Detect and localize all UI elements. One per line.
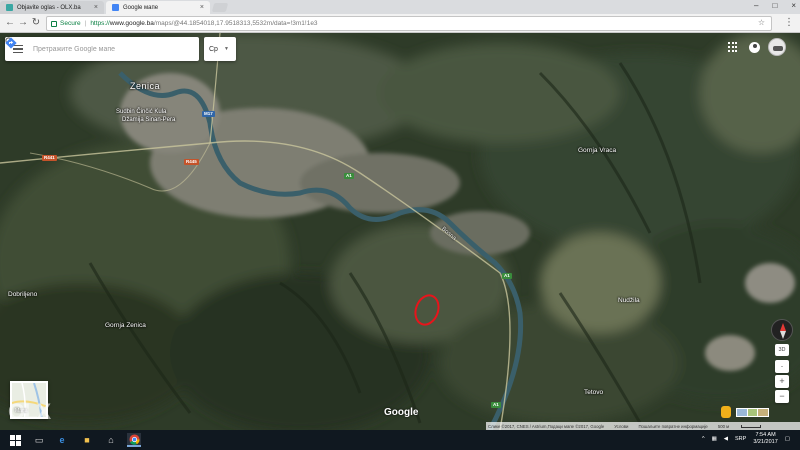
road-shield-r445: R445 bbox=[184, 159, 199, 165]
place-gornja-zenica[interactable]: Gornja Zenica bbox=[105, 322, 146, 329]
road-shield-a1-south: A1 bbox=[502, 273, 512, 279]
address-bar[interactable]: Secure | https:// www.google.ba /maps/@4… bbox=[46, 16, 772, 31]
attribution-imagery: Слике ©2017, CNES / Astrium,Подаци мапе … bbox=[488, 423, 605, 429]
place-zenica-sub2[interactable]: Džamija Sinan-Pera bbox=[122, 117, 175, 123]
url-path: /maps/@44.1854018,17.9518313,5532m/data=… bbox=[153, 20, 318, 27]
olx-favicon-icon bbox=[6, 4, 13, 11]
imagery-switcher[interactable] bbox=[736, 408, 769, 417]
file-explorer-icon[interactable]: ■ bbox=[80, 433, 94, 447]
scale-label[interactable]: 500 м bbox=[718, 424, 729, 429]
lock-icon bbox=[51, 20, 57, 27]
google-maps-favicon-icon bbox=[112, 4, 119, 11]
caret-down-icon: ▼ bbox=[223, 46, 229, 52]
browser-toolbar: ← → ↻ Secure | https:// www.google.ba /m… bbox=[0, 14, 800, 33]
map-attribution: Слике ©2017, CNES / Astrium,Подаци мапе … bbox=[486, 422, 800, 430]
search-input[interactable] bbox=[33, 45, 151, 53]
windows-start-icon[interactable] bbox=[8, 433, 22, 447]
clock[interactable]: 7:54 AM 3/21/2017 bbox=[753, 432, 777, 446]
terms-link[interactable]: Услови bbox=[614, 424, 628, 429]
zoom-out-button[interactable]: − bbox=[775, 390, 789, 403]
road-shield-m17: M17 bbox=[202, 111, 215, 117]
toggle-3d-button[interactable]: 3D bbox=[775, 344, 789, 356]
rotate-button[interactable]: · bbox=[775, 360, 789, 373]
tab-olx[interactable]: Objavite oglas - OLX.ba × bbox=[0, 1, 104, 14]
volume-icon[interactable]: ◀ bbox=[724, 436, 728, 442]
tab-olx-title: Objavite oglas - OLX.ba bbox=[17, 4, 81, 11]
system-tray: ^ ▦ ◀ SRP 7:54 AM 3/21/2017 ▢ bbox=[702, 432, 790, 446]
close-icon[interactable]: × bbox=[94, 4, 98, 11]
keyboard-language[interactable]: SRP bbox=[735, 436, 746, 442]
maps-search-box bbox=[5, 37, 199, 61]
place-nodzic[interactable]: Nudžila bbox=[618, 297, 640, 304]
store-icon[interactable]: ⌂ bbox=[104, 433, 118, 447]
road-shield-a1-bottom: A1 bbox=[491, 402, 501, 408]
new-tab-button[interactable] bbox=[211, 3, 229, 12]
language-value: Ср bbox=[209, 45, 218, 53]
reload-icon[interactable]: ↻ bbox=[30, 17, 42, 29]
avatar[interactable] bbox=[768, 38, 786, 56]
google-logo: Google bbox=[384, 407, 419, 418]
windows-taskbar: ▭ e ■ ⌂ ^ ▦ ◀ SRP 7:54 AM 3/21/2017 ▢ bbox=[0, 430, 800, 450]
language-selector[interactable]: Ср ▼ bbox=[204, 37, 236, 61]
compass-icon[interactable] bbox=[771, 319, 793, 341]
url-host: www.google.ba bbox=[109, 20, 154, 27]
maximize-icon[interactable]: □ bbox=[772, 1, 777, 10]
feedback-link[interactable]: Пошаљите повратне информације bbox=[638, 424, 707, 429]
olx-watermark: OLX bbox=[8, 399, 51, 424]
close-icon[interactable]: × bbox=[200, 4, 204, 11]
task-view-icon[interactable]: ▭ bbox=[32, 433, 46, 447]
minimize-icon[interactable]: – bbox=[754, 1, 758, 10]
road-shield-a1: A1 bbox=[344, 173, 354, 179]
tab-google-maps[interactable]: Google мапе × bbox=[106, 1, 210, 14]
place-zenica-sub[interactable]: Sudbin Činčić Kula bbox=[116, 109, 166, 115]
edge-icon[interactable]: e bbox=[55, 433, 69, 447]
tray-up-icon[interactable]: ^ bbox=[702, 436, 705, 442]
clock-date: 3/21/2017 bbox=[753, 439, 778, 445]
tab-maps-title: Google мапе bbox=[123, 4, 159, 11]
road-shield-r441: R441 bbox=[42, 155, 57, 161]
scale-bar bbox=[741, 424, 762, 428]
place-dobrilovo[interactable]: Dobriljeno bbox=[8, 291, 37, 298]
apps-grid-icon[interactable] bbox=[728, 42, 738, 52]
browser-tabstrip: Objavite oglas - OLX.ba × Google мапе × … bbox=[0, 0, 800, 14]
satellite-map[interactable]: Ср ▼ Zenica Sudbin Činčić Kula Džamija S… bbox=[0, 33, 800, 430]
back-arrow-icon[interactable]: ← bbox=[4, 17, 16, 29]
url-protocol: https:// bbox=[90, 20, 110, 27]
browser-menu-icon[interactable]: ⋮ bbox=[784, 17, 794, 29]
notifications-center-icon[interactable]: ▢ bbox=[785, 436, 790, 442]
satellite-imagery bbox=[0, 33, 800, 430]
close-window-icon[interactable]: × bbox=[791, 1, 796, 10]
zoom-in-button[interactable]: + bbox=[775, 375, 789, 388]
secure-label: Secure bbox=[60, 20, 81, 27]
notifications-icon[interactable] bbox=[749, 42, 760, 53]
place-tetovo[interactable]: Tetovo bbox=[584, 389, 603, 396]
chrome-icon[interactable] bbox=[127, 433, 141, 447]
network-icon[interactable]: ▦ bbox=[712, 436, 717, 442]
bookmark-star-icon[interactable]: ☆ bbox=[758, 18, 765, 27]
address-separator: | bbox=[84, 20, 87, 27]
street-view-pegman-icon[interactable] bbox=[721, 406, 731, 418]
place-zenica[interactable]: Zenica bbox=[130, 81, 160, 91]
window-controls: – □ × bbox=[754, 1, 796, 10]
clock-time: 7:54 AM bbox=[755, 432, 776, 438]
place-gornja-vraca[interactable]: Gornja Vraca bbox=[578, 147, 616, 154]
forward-arrow-icon[interactable]: → bbox=[17, 17, 29, 29]
directions-icon[interactable] bbox=[5, 37, 17, 49]
